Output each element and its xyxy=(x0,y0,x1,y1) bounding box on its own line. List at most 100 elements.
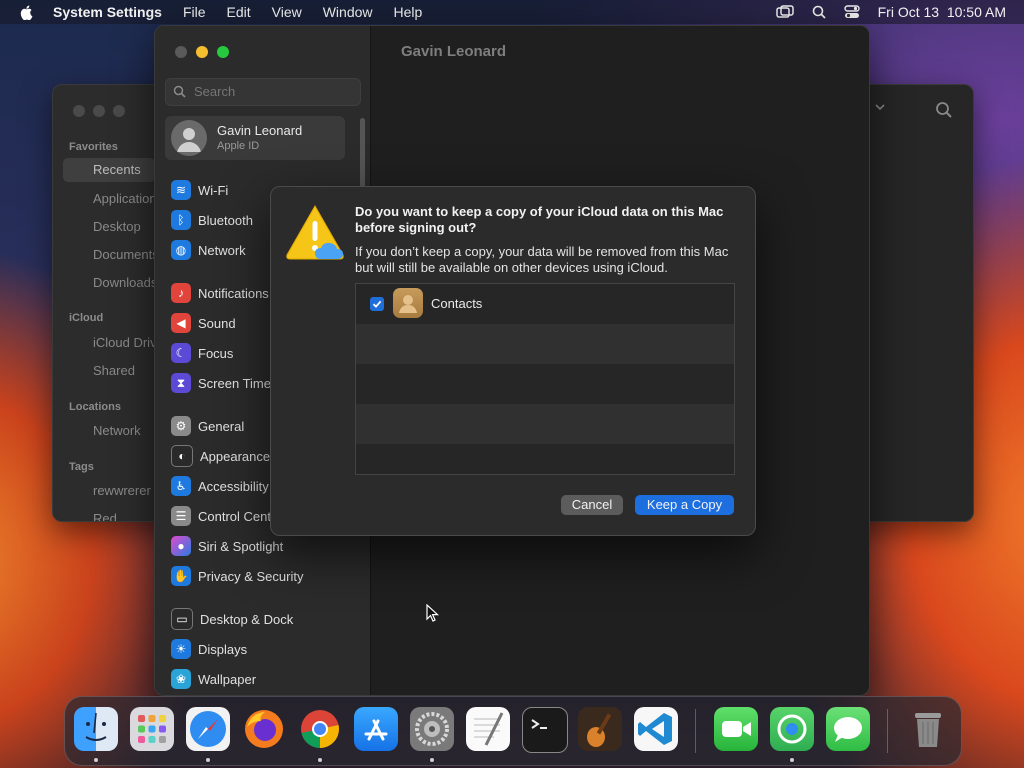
data-list[interactable]: Contacts xyxy=(355,283,735,475)
gear-icon: ⚙ xyxy=(171,416,191,436)
sign-out-dialog: Do you want to keep a copy of your iClou… xyxy=(270,186,756,536)
finder-item-shared[interactable]: Shared xyxy=(93,363,135,378)
dialog-heading: Do you want to keep a copy of your iClou… xyxy=(355,204,724,235)
finder-icon[interactable] xyxy=(74,707,118,751)
garageband-icon[interactable] xyxy=(578,707,622,751)
switches-icon: ☰ xyxy=(171,506,191,526)
firefox-icon[interactable] xyxy=(242,707,286,751)
dock xyxy=(64,696,962,766)
finder-item-network[interactable]: Network xyxy=(93,423,141,438)
search-field[interactable] xyxy=(165,78,361,106)
facetime-icon[interactable] xyxy=(714,707,758,751)
safari-icon[interactable] xyxy=(186,707,230,751)
menu-view[interactable]: View xyxy=(272,4,302,20)
system-settings-icon[interactable] xyxy=(410,707,454,751)
warning-icloud-icon xyxy=(286,204,344,260)
zoom-button[interactable] xyxy=(217,46,229,58)
sidebar-scrollbar[interactable] xyxy=(360,118,365,188)
sidebar-item-general[interactable]: ⚙ General xyxy=(171,415,244,437)
running-indicator xyxy=(790,758,794,762)
sidebar-item-displays[interactable]: ☀ Displays xyxy=(171,638,247,660)
finder-section-locations: Locations xyxy=(69,401,121,413)
sidebar-item-sound[interactable]: ◀ Sound xyxy=(171,312,236,334)
sidebar-item-notifications[interactable]: ♪ Notifications xyxy=(171,282,269,304)
speaker-icon: ◀ xyxy=(171,313,191,333)
finder-section-favorites: Favorites xyxy=(69,141,118,153)
running-indicator xyxy=(206,758,210,762)
sidebar-item-control-center[interactable]: ☰ Control Center xyxy=(171,505,283,527)
hand-icon: ✋ xyxy=(171,566,191,586)
menu-clock[interactable]: Fri Oct 13 10:50 AM xyxy=(878,4,1006,20)
finder-item-desktop[interactable]: Desktop xyxy=(93,219,141,234)
launchpad-icon[interactable] xyxy=(130,707,174,751)
menu-bar: System Settings File Edit View Window He… xyxy=(0,0,1024,24)
trash-icon[interactable] xyxy=(906,707,950,751)
contacts-label: Contacts xyxy=(431,296,483,311)
finder-item-applications[interactable]: Applications xyxy=(93,191,163,206)
finder-item-downloads[interactable]: Downloads xyxy=(93,275,157,290)
apple-menu-icon[interactable] xyxy=(19,4,35,20)
sidebar-item-bluetooth[interactable]: ᛒ Bluetooth xyxy=(171,209,253,231)
apple-id-account[interactable]: Gavin Leonard Apple ID xyxy=(165,116,345,160)
dock-icon: ▭ xyxy=(171,608,193,630)
menu-edit[interactable]: Edit xyxy=(227,4,251,20)
sidebar-item-focus[interactable]: ☾ Focus xyxy=(171,342,233,364)
find-my-icon[interactable] xyxy=(770,707,814,751)
dock-separator xyxy=(887,709,888,753)
finder-section-icloud: iCloud xyxy=(69,312,104,324)
screen-mirroring-icon[interactable] xyxy=(775,5,794,19)
avatar xyxy=(171,120,207,156)
sidebar-item-network[interactable]: ◍ Network xyxy=(171,239,246,261)
finder-search-icon[interactable] xyxy=(935,101,953,119)
list-item[interactable]: Contacts xyxy=(356,284,734,324)
moon-icon: ☾ xyxy=(171,343,191,363)
sidebar-item-accessibility[interactable]: ♿ Accessibility xyxy=(171,475,269,497)
search-icon xyxy=(173,85,186,98)
sidebar-item-desktop-dock[interactable]: ▭ Desktop & Dock xyxy=(171,608,293,630)
chevron-down-icon[interactable] xyxy=(875,103,885,111)
bluetooth-icon: ᛒ xyxy=(171,210,191,230)
keep-a-copy-button[interactable]: Keep a Copy xyxy=(635,495,734,515)
list-row-empty xyxy=(356,364,734,404)
running-indicator xyxy=(94,758,98,762)
sidebar-item-siri-spotlight[interactable]: ● Siri & Spotlight xyxy=(171,535,283,557)
messages-icon[interactable] xyxy=(826,707,870,751)
sidebar-item-privacy-security[interactable]: ✋ Privacy & Security xyxy=(171,565,303,587)
control-center-icon[interactable] xyxy=(843,5,860,19)
wifi-icon: ≋ xyxy=(171,180,191,200)
checkmark-icon xyxy=(372,300,382,308)
menu-window[interactable]: Window xyxy=(323,4,373,20)
sidebar-item-wallpaper[interactable]: ❀ Wallpaper xyxy=(171,668,256,690)
hourglass-icon: ⧗ xyxy=(171,373,191,393)
person-icon xyxy=(177,128,201,152)
finder-item-tag-red[interactable]: Red xyxy=(93,511,117,521)
vscode-icon[interactable] xyxy=(634,707,678,751)
app-store-icon[interactable] xyxy=(354,707,398,751)
menu-file[interactable]: File xyxy=(183,4,206,20)
menu-help[interactable]: Help xyxy=(394,4,423,20)
finder-traffic-lights xyxy=(73,105,125,117)
spotlight-search-icon[interactable] xyxy=(812,5,826,19)
finder-item-documents[interactable]: Documents xyxy=(93,247,159,262)
display-icon: ☀ xyxy=(171,639,191,659)
traffic-lights xyxy=(175,46,229,58)
chrome-icon[interactable] xyxy=(298,707,342,751)
menu-app-name[interactable]: System Settings xyxy=(53,4,162,20)
bell-icon: ♪ xyxy=(171,283,191,303)
globe-icon: ◍ xyxy=(171,240,191,260)
sidebar-item-wifi[interactable]: ≋ Wi-Fi xyxy=(171,179,228,201)
finder-item-recents[interactable]: Recents xyxy=(63,158,155,182)
finder-item-tag-1[interactable]: rewwrerer xyxy=(93,483,151,498)
close-button[interactable] xyxy=(175,46,187,58)
sidebar-item-appearance[interactable]: ◐ Appearance xyxy=(171,445,270,467)
list-row-empty xyxy=(356,324,734,364)
sidebar-item-screen-time[interactable]: ⧗ Screen Time xyxy=(171,372,271,394)
dock-separator xyxy=(695,709,696,753)
minimize-button[interactable] xyxy=(196,46,208,58)
textedit-icon[interactable] xyxy=(466,707,510,751)
page-title: Gavin Leonard xyxy=(401,43,507,60)
terminal-icon[interactable] xyxy=(522,707,568,753)
cancel-button[interactable]: Cancel xyxy=(561,495,623,515)
contacts-checkbox[interactable] xyxy=(370,297,384,311)
search-input[interactable] xyxy=(192,83,356,100)
